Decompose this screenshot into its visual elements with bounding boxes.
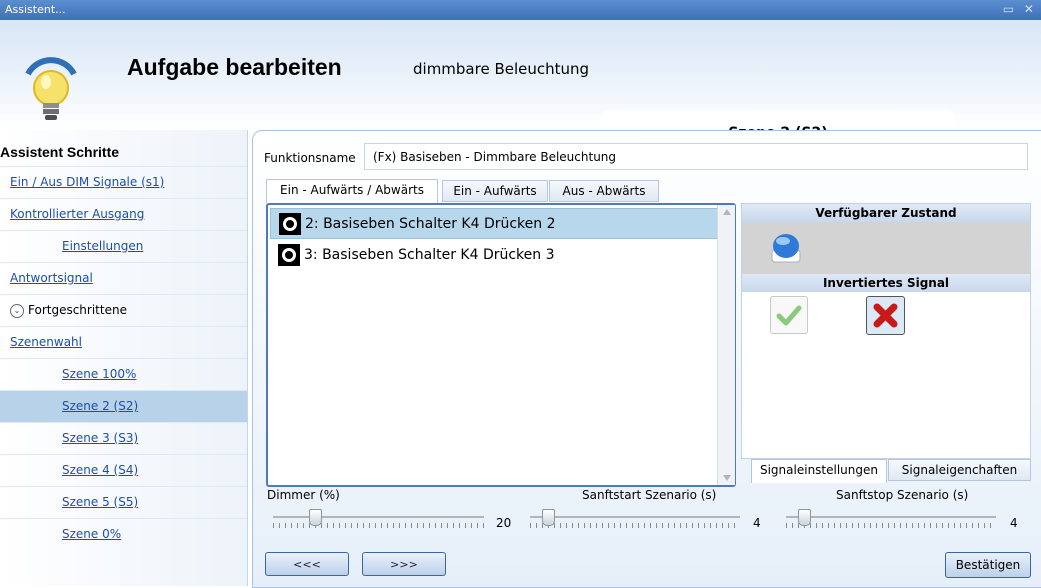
sidebar-item-scene-100[interactable]: Szene 100%: [0, 358, 247, 391]
sidebar-item-label: Szene 3 (S3): [62, 431, 139, 445]
list-item[interactable]: 3: Basiseben Schalter K4 Drücken 3: [270, 240, 720, 271]
sidebar-item-label: Einstellungen: [62, 239, 144, 253]
list-item[interactable]: 2: Basiseben Schalter K4 Drücken 2: [270, 208, 720, 239]
dimmer-label: Dimmer (%): [267, 488, 340, 502]
tab-down[interactable]: Aus - Abwärts: [549, 180, 659, 202]
soft-start-slider[interactable]: [530, 508, 740, 532]
sidebar-item-scene-5[interactable]: Szene 5 (S5): [0, 486, 247, 519]
sidebar-item-scene-4[interactable]: Szene 4 (S4): [0, 454, 247, 487]
signal-state-panel: Verfügbarer Zustand Invertiertes Signal: [741, 203, 1031, 459]
dimmer-slider[interactable]: [273, 508, 484, 532]
window-controls[interactable]: ▭ ✕: [1003, 2, 1037, 16]
sidebar-title: Assistent Schritte: [0, 144, 120, 160]
sidebar-item-label: Ein / Aus DIM Signale (s1): [10, 175, 165, 189]
available-state-heading: Verfügbarer Zustand: [742, 204, 1030, 222]
sidebar-item-label: Kontrollierter Ausgang: [10, 207, 145, 221]
scroll-down-icon[interactable]: [723, 475, 731, 481]
blue-button-icon[interactable]: [770, 230, 802, 264]
tab-up[interactable]: Ein - Aufwärts: [442, 180, 548, 202]
scroll-up-icon[interactable]: [723, 209, 731, 215]
soft-start-label: Sanftstart Szenario (s): [582, 488, 717, 502]
sidebar-item-scene-2[interactable]: Szene 2 (S2): [0, 390, 247, 423]
function-name-field[interactable]: (Fx) Basiseben - Dimmbare Beleuchtung: [364, 143, 1028, 170]
sidebar-item-label: Szene 5 (S5): [62, 495, 139, 509]
tab-up-down[interactable]: Ein - Aufwärts / Abwärts: [266, 179, 438, 203]
sidebar-item-response-signal[interactable]: Antwortsignal: [0, 262, 247, 295]
sidebar-item-label: Szene 0%: [62, 527, 122, 541]
sidebar-item-scene-0[interactable]: Szene 0%: [0, 518, 247, 551]
signal-list[interactable]: 2: Basiseben Schalter K4 Drücken 2 3: Ba…: [266, 203, 736, 487]
window-title: Assistent...: [5, 3, 66, 16]
soft-stop-slider-thumb[interactable]: [798, 509, 811, 526]
sidebar-item-advanced[interactable]: ⌄ Fortgeschrittene: [0, 294, 247, 327]
soft-stop-slider[interactable]: [786, 508, 996, 532]
list-item-label: 3: Basiseben Schalter K4 Drücken 3: [304, 247, 555, 263]
sidebar-item-label: Szene 2 (S2): [62, 399, 139, 413]
page-title: Aufgabe bearbeiten: [127, 54, 342, 80]
list-item-label: 2: Basiseben Schalter K4 Drücken 2: [305, 216, 556, 232]
chevron-down-icon[interactable]: ⌄: [10, 304, 24, 318]
next-button[interactable]: >>>: [362, 552, 446, 576]
back-button[interactable]: <<<: [265, 552, 349, 576]
tab-signal-settings[interactable]: Signaleinstellungen: [751, 459, 887, 483]
sidebar-item-settings[interactable]: Einstellungen: [0, 230, 247, 263]
sidebar-item-scene-selection[interactable]: Szenenwahl: [0, 326, 247, 359]
sidebar-item-controlled-output[interactable]: Kontrollierter Ausgang: [0, 198, 247, 231]
soft-start-slider-thumb[interactable]: [542, 509, 555, 526]
check-button[interactable]: [770, 296, 808, 334]
soft-stop-label: Sanftstop Szenario (s): [836, 488, 969, 502]
dimmer-slider-thumb[interactable]: [309, 509, 322, 526]
sidebar: Assistent Schritte Ein / Aus DIM Signale…: [0, 130, 248, 586]
signal-icon: [278, 244, 300, 266]
inverted-signal-heading: Invertiertes Signal: [742, 274, 1030, 292]
signal-icon: [279, 213, 301, 235]
sidebar-item-label: Szenenwahl: [10, 335, 82, 349]
sidebar-item-label: Szene 4 (S4): [62, 463, 139, 477]
light-bulb-icon: [25, 57, 77, 120]
page-subtitle: dimmbare Beleuchtung: [413, 60, 590, 78]
sidebar-item-label: Szene 100%: [62, 367, 137, 381]
dimmer-value: 20: [496, 516, 512, 530]
cross-button[interactable]: [866, 296, 905, 335]
soft-stop-value: 4: [1010, 516, 1018, 530]
sidebar-item-label: Antwortsignal: [10, 271, 93, 285]
check-icon: [776, 305, 802, 326]
soft-start-value: 4: [753, 516, 761, 530]
tab-signal-properties[interactable]: Signaleigenchaften: [888, 459, 1031, 481]
function-name-label: Funktionsname: [264, 151, 356, 165]
confirm-button[interactable]: Bestätigen: [945, 552, 1031, 578]
list-scrollbar[interactable]: [717, 205, 735, 485]
sidebar-item-dim-signals[interactable]: Ein / Aus DIM Signale (s1): [0, 166, 247, 199]
window-title-bar: Assistent... ▭ ✕: [0, 0, 1041, 20]
close-icon: [873, 303, 898, 328]
sidebar-item-label: Fortgeschrittene: [28, 303, 127, 317]
sidebar-item-scene-3[interactable]: Szene 3 (S3): [0, 422, 247, 455]
